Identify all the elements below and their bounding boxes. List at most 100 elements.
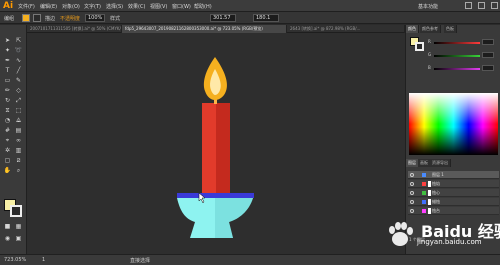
- perspective-grid-icon[interactable]: ⟁: [14, 117, 23, 125]
- lasso-icon[interactable]: ➰: [14, 47, 23, 55]
- menu-object[interactable]: 对象(O): [62, 3, 80, 10]
- pen-tool-icon[interactable]: ✒: [3, 57, 12, 65]
- tab-color[interactable]: 颜色: [406, 25, 419, 33]
- panel-stroke-swatch[interactable]: [415, 42, 424, 51]
- slider-b-track[interactable]: [434, 68, 480, 70]
- free-transform-icon[interactable]: ⬚: [14, 107, 23, 115]
- blend-tool-icon[interactable]: ∞: [14, 137, 23, 145]
- slider-b-label: B: [428, 65, 431, 70]
- curvature-tool-icon[interactable]: ∿: [14, 57, 23, 65]
- opacity-label[interactable]: 不透明度: [60, 15, 80, 22]
- zoom-level[interactable]: 723.05%: [4, 257, 26, 263]
- fill-swatch-mini[interactable]: [22, 14, 30, 22]
- candle-plate: [177, 193, 254, 198]
- rotate-tool-icon[interactable]: ↻: [3, 97, 12, 105]
- slider-b[interactable]: B: [428, 65, 496, 72]
- close-icon[interactable]: [491, 2, 498, 9]
- paintbrush-icon[interactable]: ✎: [14, 77, 23, 85]
- visibility-eye-icon[interactable]: [410, 209, 414, 213]
- layer-row[interactable]: 烛台: [408, 207, 499, 215]
- menu-help[interactable]: 帮助(H): [194, 3, 212, 10]
- gradient-tool-icon[interactable]: ▤: [14, 127, 23, 135]
- y-input[interactable]: 180.1: [253, 14, 279, 22]
- slice-tool-icon[interactable]: ⧄: [14, 157, 23, 165]
- eyedropper-icon[interactable]: ⌖: [3, 137, 12, 145]
- menu-effect[interactable]: 效果(C): [128, 3, 145, 10]
- selection-tool-icon[interactable]: ➤: [3, 37, 12, 45]
- layer-name[interactable]: 烛心: [432, 189, 440, 197]
- layer-row[interactable]: 图层 1: [408, 171, 499, 179]
- color-mode-icon[interactable]: ■: [3, 223, 12, 231]
- menu-edit[interactable]: 编辑(E): [40, 3, 57, 10]
- document-tabs: 2007101711311505 [转换].ai* @ 50% (CMYK/预览…: [27, 25, 405, 33]
- shape-builder-icon[interactable]: ◔: [3, 117, 12, 125]
- slider-b-value[interactable]: [482, 65, 494, 71]
- tab-document-2[interactable]: fdp5_29643007_20190821162800353000.ai* @…: [122, 25, 287, 33]
- opacity-input[interactable]: 100%: [85, 14, 105, 22]
- workspace-switcher[interactable]: 基本功能: [418, 3, 438, 10]
- menu-file[interactable]: 文件(F): [18, 3, 35, 10]
- menu-select[interactable]: 选择(S): [106, 3, 123, 10]
- slider-r[interactable]: R: [428, 39, 496, 46]
- tab-asset-export[interactable]: 资源导出: [430, 159, 451, 167]
- direct-selection-tool-icon[interactable]: ⇱: [14, 37, 23, 45]
- screen-mode-icon[interactable]: ▣: [14, 235, 23, 243]
- pencil-icon[interactable]: ✏: [3, 87, 12, 95]
- tab-color-guide[interactable]: 颜色参考: [420, 25, 441, 33]
- visibility-eye-icon[interactable]: [410, 200, 414, 204]
- menu-view[interactable]: 视图(V): [150, 3, 167, 10]
- layer-row[interactable]: 烛焰: [408, 180, 499, 188]
- visibility-eye-icon[interactable]: [410, 182, 414, 186]
- watermark: Baidu 经验 jingyan.baidu.com: [385, 218, 500, 254]
- width-tool-icon[interactable]: ⧖: [3, 107, 12, 115]
- layer-thumbnail: [428, 181, 431, 187]
- slider-r-track[interactable]: [434, 42, 480, 44]
- graph-tool-icon[interactable]: ▥: [14, 147, 23, 155]
- menu-type[interactable]: 文字(T): [84, 3, 101, 10]
- candle-holder-shade: [215, 198, 253, 238]
- hand-tool-icon[interactable]: ✋: [3, 167, 12, 175]
- visibility-eye-icon[interactable]: [410, 191, 414, 195]
- candle-body-left: [202, 103, 216, 193]
- zoom-tool-icon[interactable]: ⌕: [14, 167, 23, 175]
- type-tool-icon[interactable]: T: [3, 67, 12, 75]
- artboard-tool-icon[interactable]: ▢: [3, 157, 12, 165]
- x-input[interactable]: 301.57: [210, 14, 236, 22]
- stroke-swatch-mini[interactable]: [33, 14, 41, 22]
- maximize-icon[interactable]: [478, 2, 485, 9]
- tab-swatches[interactable]: 色板: [444, 25, 457, 33]
- slider-r-value[interactable]: [482, 39, 494, 45]
- rectangle-tool-icon[interactable]: ▭: [3, 77, 12, 85]
- stroke-color-swatch[interactable]: [10, 205, 22, 217]
- slider-r-label: R: [428, 39, 431, 44]
- layer-row[interactable]: 蜡烛: [408, 198, 499, 206]
- artboard-number[interactable]: 1: [42, 257, 45, 263]
- slider-g-value[interactable]: [482, 52, 494, 58]
- layer-name[interactable]: 图层 1: [432, 171, 444, 179]
- layer-color-chip: [422, 191, 426, 195]
- slider-g[interactable]: G: [428, 52, 496, 59]
- symbol-sprayer-icon[interactable]: ✲: [3, 147, 12, 155]
- menu-window[interactable]: 窗口(W): [172, 3, 191, 10]
- scale-tool-icon[interactable]: ⤢: [14, 97, 23, 105]
- candle-body-right: [216, 103, 230, 193]
- mesh-tool-icon[interactable]: #: [3, 127, 12, 135]
- draw-mode-icon[interactable]: ◉: [3, 235, 12, 243]
- layer-thumbnail: [428, 190, 431, 196]
- gradient-mode-icon[interactable]: ▦: [14, 223, 23, 231]
- magic-wand-icon[interactable]: ✦: [3, 47, 12, 55]
- layer-name[interactable]: 烛台: [432, 207, 440, 215]
- layer-thumbnail: [428, 208, 431, 214]
- tab-document-1[interactable]: 2007101711311505 [转换].ai* @ 50% (CMYK/预览…: [27, 25, 122, 33]
- tab-document-3[interactable]: 2643 [转换].ai* @ 872.98% (RGB/...: [287, 25, 405, 33]
- artboard-canvas[interactable]: [27, 33, 405, 254]
- visibility-eye-icon[interactable]: [410, 173, 414, 177]
- eraser-icon[interactable]: ◇: [14, 87, 23, 95]
- layer-name[interactable]: 烛焰: [432, 180, 440, 188]
- minimize-icon[interactable]: [465, 2, 472, 9]
- slider-g-track[interactable]: [434, 55, 480, 57]
- line-tool-icon[interactable]: ╱: [14, 67, 23, 75]
- color-spectrum[interactable]: [409, 93, 498, 155]
- layer-name[interactable]: 蜡烛: [432, 198, 440, 206]
- layer-row[interactable]: 烛心: [408, 189, 499, 197]
